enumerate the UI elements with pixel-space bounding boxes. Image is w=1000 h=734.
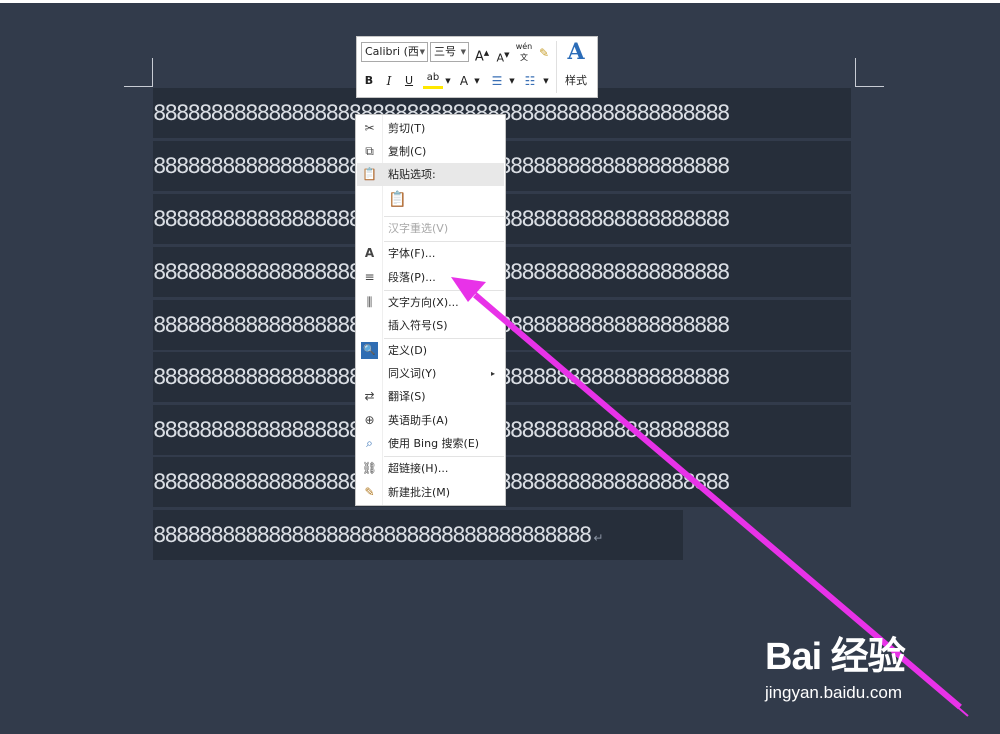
baidu-jingyan-watermark: Bai 经验 jingyan.baidu.com xyxy=(765,625,985,715)
watermark-logo: Bai 经验 xyxy=(765,636,906,678)
watermark-url: jingyan.baidu.com xyxy=(765,683,903,702)
annotation-arrow xyxy=(451,277,969,717)
